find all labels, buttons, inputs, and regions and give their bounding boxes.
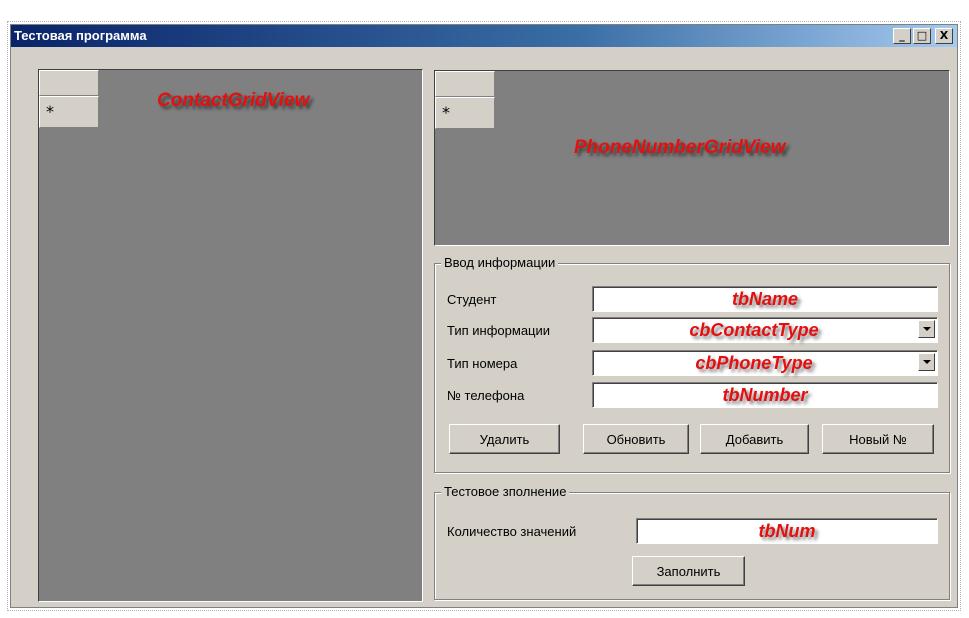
contact-type-label: Тип информации xyxy=(447,323,551,338)
new-row-asterisk-icon: * xyxy=(46,102,54,121)
phone-type-dropdown-button[interactable] xyxy=(918,353,935,371)
contact-grid-new-row-header[interactable]: * xyxy=(39,96,99,128)
main-window: Тестовая программа _ □ X * ContactGridVi… xyxy=(7,21,961,611)
window-controls: _ □ X xyxy=(893,28,953,44)
phone-grid-corner-header[interactable] xyxy=(435,71,495,97)
value-count-label: Количество значений xyxy=(447,524,577,539)
phone-type-value: cbPhoneType xyxy=(695,353,813,373)
test-group-title: Тестовое зполнение xyxy=(441,484,570,499)
fill-button[interactable]: Заполнить xyxy=(632,556,745,586)
phone-type-combobox[interactable]: cbPhoneType xyxy=(592,350,938,376)
new-number-button[interactable]: Новый № xyxy=(822,424,934,454)
delete-button[interactable]: Удалить xyxy=(449,424,560,454)
student-name-value: tbName xyxy=(731,289,798,309)
title-bar[interactable]: Тестовая программа _ □ X xyxy=(11,25,957,47)
phone-number-grid-view[interactable]: * PhoneNumberGridView xyxy=(434,70,950,246)
contact-type-dropdown-button[interactable] xyxy=(918,320,935,338)
value-count-input[interactable]: tbNum xyxy=(636,518,938,544)
student-name-input[interactable]: tbName xyxy=(592,286,938,312)
minimize-icon: _ xyxy=(899,29,905,42)
window-title: Тестовая программа xyxy=(14,28,147,43)
minimize-button[interactable]: _ xyxy=(893,28,911,44)
update-button[interactable]: Обновить xyxy=(583,424,689,454)
phone-number-label: № телефона xyxy=(447,388,525,403)
value-count-value: tbNum xyxy=(758,521,816,541)
add-button[interactable]: Добавить xyxy=(700,424,809,454)
new-row-asterisk-icon: * xyxy=(442,103,450,122)
close-icon: X xyxy=(939,29,949,42)
phone-number-value: tbNumber xyxy=(722,385,808,405)
maximize-icon: □ xyxy=(916,29,928,42)
info-input-group: Ввод информации Студент tbName Тип инфор… xyxy=(434,255,950,473)
test-fill-group: Тестовое зполнение Количество значений t… xyxy=(434,484,950,600)
contact-grid-view[interactable]: * ContactGridView xyxy=(38,69,423,602)
contact-grid-corner-header[interactable] xyxy=(39,70,99,96)
phone-grid-new-row-header[interactable]: * xyxy=(435,97,495,129)
contact-type-combobox[interactable]: cbContactType xyxy=(592,317,938,343)
maximize-button[interactable]: □ xyxy=(913,28,931,44)
student-label: Студент xyxy=(447,292,497,307)
contact-grid-caption: ContactGridView xyxy=(157,90,310,111)
phone-number-input[interactable]: tbNumber xyxy=(592,382,938,408)
info-group-title: Ввод информации xyxy=(441,255,559,270)
phone-grid-caption: PhoneNumberGridView xyxy=(574,137,786,158)
close-button[interactable]: X xyxy=(935,28,953,44)
phone-type-label: Тип номера xyxy=(447,356,518,371)
contact-type-value: cbContactType xyxy=(689,320,819,340)
